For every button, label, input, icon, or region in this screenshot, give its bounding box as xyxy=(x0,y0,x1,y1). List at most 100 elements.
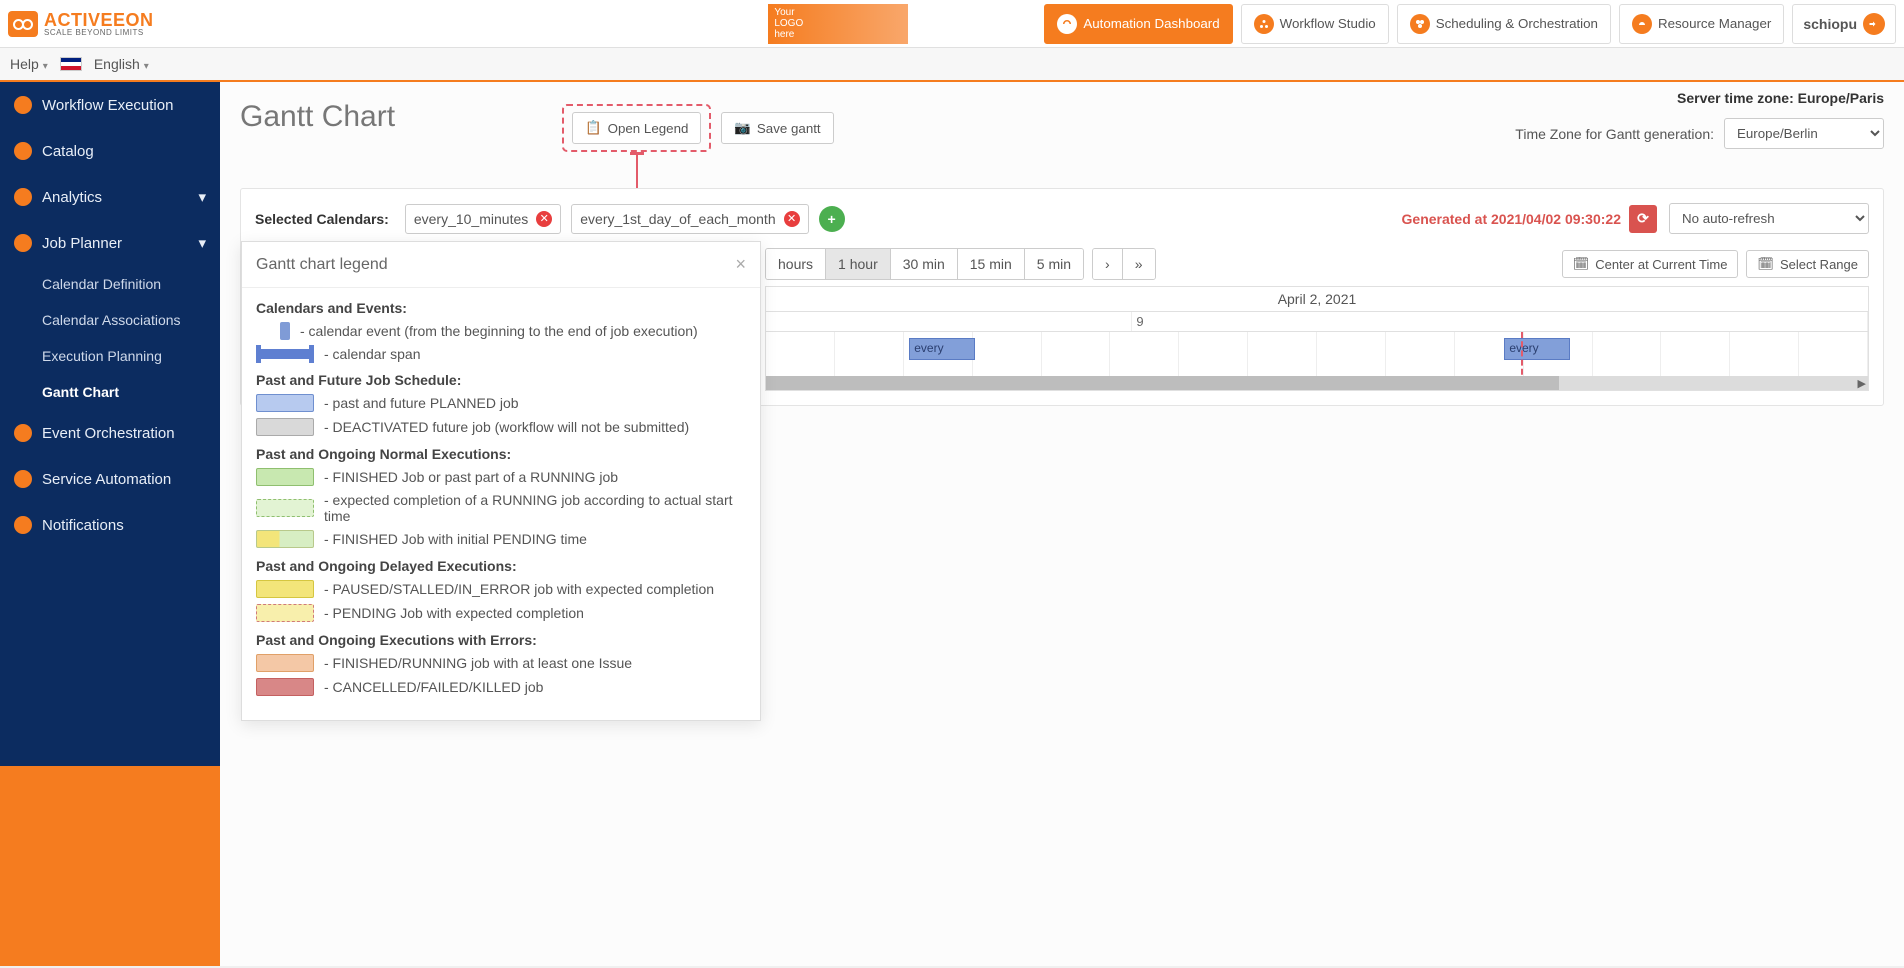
scroll-right-icon: ▶ xyxy=(1858,377,1866,390)
gantt-body[interactable]: every every xyxy=(766,332,1868,376)
server-timezone: Server time zone: Europe/Paris xyxy=(1677,90,1884,106)
chevron-down-icon: ▾ xyxy=(198,234,206,252)
help-menu[interactable]: Help xyxy=(10,56,48,72)
bell-icon xyxy=(14,516,32,534)
jobplanner-icon xyxy=(14,234,32,252)
open-legend-button[interactable]: 📋 Open Legend xyxy=(572,112,701,144)
zoom-30min[interactable]: 30 min xyxy=(891,249,958,279)
sidebar-item-analytics[interactable]: Analytics ▾ xyxy=(0,174,220,220)
nav-next[interactable]: › xyxy=(1093,249,1123,279)
legend-swatch xyxy=(256,530,314,548)
top-nav: ACTIVEEON SCALE BEYOND LIMITS Your LOGO … xyxy=(0,0,1904,48)
studio-icon xyxy=(1254,14,1274,34)
legend-section-heading: Past and Future Job Schedule: xyxy=(256,372,746,388)
resource-icon xyxy=(1632,14,1652,34)
workflow-icon xyxy=(14,96,32,114)
sidebar-item-event-orchestration[interactable]: Event Orchestration xyxy=(0,410,220,456)
camera-icon: 📷 xyxy=(734,120,751,136)
brand-name: ACTIVEEON xyxy=(44,11,154,29)
legend-section-heading: Calendars and Events: xyxy=(256,300,746,316)
activeeon-logo-icon xyxy=(8,11,38,37)
refresh-button[interactable]: ⟳ xyxy=(1629,205,1657,233)
gantt-date-header: April 2, 2021 xyxy=(766,287,1868,312)
gantt-hour-header: 9 xyxy=(766,312,1868,332)
tz-gen-label: Time Zone for Gantt generation: xyxy=(1515,126,1714,142)
chevron-down-icon: ▾ xyxy=(198,188,206,206)
zoom-1hour[interactable]: 1 hour xyxy=(826,249,891,279)
main-content: Server time zone: Europe/Paris Gantt Cha… xyxy=(220,82,1904,966)
legend-popup: Gantt chart legend × Calendars and Event… xyxy=(241,241,761,721)
username: schiopu xyxy=(1803,16,1857,32)
legend-section-heading: Past and Ongoing Executions with Errors: xyxy=(256,632,746,648)
legend-icon: 📋 xyxy=(585,120,602,136)
dashboard-icon xyxy=(1057,14,1077,34)
nav-workflow-studio[interactable]: Workflow Studio xyxy=(1241,4,1389,44)
select-range-button[interactable]: 🗓 Select Range xyxy=(1746,250,1869,278)
flag-icon xyxy=(60,57,82,71)
zoom-5min[interactable]: 5 min xyxy=(1025,249,1083,279)
sidebar-sub-calendar-definition[interactable]: Calendar Definition xyxy=(0,266,220,302)
brand-logo[interactable]: ACTIVEEON SCALE BEYOND LIMITS xyxy=(8,11,154,37)
zoom-level-group: hours 1 hour 30 min 15 min 5 min xyxy=(765,248,1084,280)
legend-swatch xyxy=(256,499,314,517)
page-title: Gantt Chart xyxy=(240,100,395,134)
autorefresh-select[interactable]: No auto-refresh xyxy=(1669,203,1869,234)
legend-swatch xyxy=(256,394,314,412)
legend-swatch xyxy=(256,418,314,436)
zoom-15min[interactable]: 15 min xyxy=(958,249,1025,279)
calendar-icon: 🗓 xyxy=(1573,256,1590,272)
sidebar-item-workflow-execution[interactable]: Workflow Execution xyxy=(0,82,220,128)
save-gantt-button[interactable]: 📷 Save gantt xyxy=(721,112,833,144)
analytics-icon xyxy=(14,188,32,206)
secondary-bar: Help English xyxy=(0,48,1904,82)
sidebar-item-catalog[interactable]: Catalog xyxy=(0,128,220,174)
close-legend-button[interactable]: × xyxy=(735,254,746,275)
language-menu[interactable]: English xyxy=(94,56,149,72)
tz-select[interactable]: Europe/Berlin xyxy=(1724,118,1884,149)
scheduling-icon xyxy=(1410,14,1430,34)
calendar-chip: every_1st_day_of_each_month ✕ xyxy=(571,204,808,234)
generated-timestamp: Generated at 2021/04/02 09:30:22 ⟳ xyxy=(1402,205,1657,233)
nav-forward[interactable]: » xyxy=(1123,249,1155,279)
legend-section-heading: Past and Ongoing Normal Executions: xyxy=(256,446,746,462)
legend-title: Gantt chart legend xyxy=(256,256,388,274)
remove-calendar-button[interactable]: ✕ xyxy=(784,211,800,227)
sidebar-item-service-automation[interactable]: Service Automation xyxy=(0,456,220,502)
remove-calendar-button[interactable]: ✕ xyxy=(536,211,552,227)
legend-swatch xyxy=(256,349,314,359)
nav-arrows: › » xyxy=(1092,248,1155,280)
legend-section-heading: Past and Ongoing Delayed Executions: xyxy=(256,558,746,574)
gantt-panel: Selected Calendars: every_10_minutes ✕ e… xyxy=(240,188,1884,406)
gantt-scrollbar[interactable]: ▶ xyxy=(766,376,1868,390)
open-legend-highlight: 📋 Open Legend xyxy=(562,104,711,152)
legend-swatch xyxy=(256,604,314,622)
sidebar-sub-execution-planning[interactable]: Execution Planning xyxy=(0,338,220,374)
logout-icon xyxy=(1863,13,1885,35)
add-calendar-button[interactable]: + xyxy=(819,206,845,232)
sidebar-sub-gantt-chart[interactable]: Gantt Chart xyxy=(0,374,220,410)
legend-swatch xyxy=(256,580,314,598)
legend-swatch xyxy=(280,322,290,340)
nav-automation-dashboard[interactable]: Automation Dashboard xyxy=(1044,4,1232,44)
brand-tagline: SCALE BEYOND LIMITS xyxy=(44,29,154,37)
event-icon xyxy=(14,424,32,442)
your-logo-placeholder: Your LOGO here xyxy=(768,4,908,44)
sidebar-sub-calendar-associations[interactable]: Calendar Associations xyxy=(0,302,220,338)
sidebar-item-notifications[interactable]: Notifications xyxy=(0,502,220,548)
nav-resource-manager[interactable]: Resource Manager xyxy=(1619,4,1784,44)
legend-swatch xyxy=(256,678,314,696)
range-icon: 🗓 xyxy=(1757,256,1774,272)
gantt-chart-area: April 2, 2021 9 every every xyxy=(765,286,1869,391)
user-menu[interactable]: schiopu xyxy=(1792,4,1896,44)
legend-swatch xyxy=(256,654,314,672)
sidebar: Workflow Execution Catalog Analytics ▾ J… xyxy=(0,82,220,966)
calendar-chip: every_10_minutes ✕ xyxy=(405,204,561,234)
center-current-time-button[interactable]: 🗓 Center at Current Time xyxy=(1562,250,1739,278)
legend-swatch xyxy=(256,468,314,486)
gantt-bar[interactable]: every xyxy=(1504,338,1570,360)
zoom-hours[interactable]: hours xyxy=(766,249,826,279)
sidebar-item-job-planner[interactable]: Job Planner ▾ xyxy=(0,220,220,266)
gantt-bar[interactable]: every xyxy=(909,338,975,360)
nav-scheduling[interactable]: Scheduling & Orchestration xyxy=(1397,4,1611,44)
selected-calendars-label: Selected Calendars: xyxy=(255,211,389,227)
